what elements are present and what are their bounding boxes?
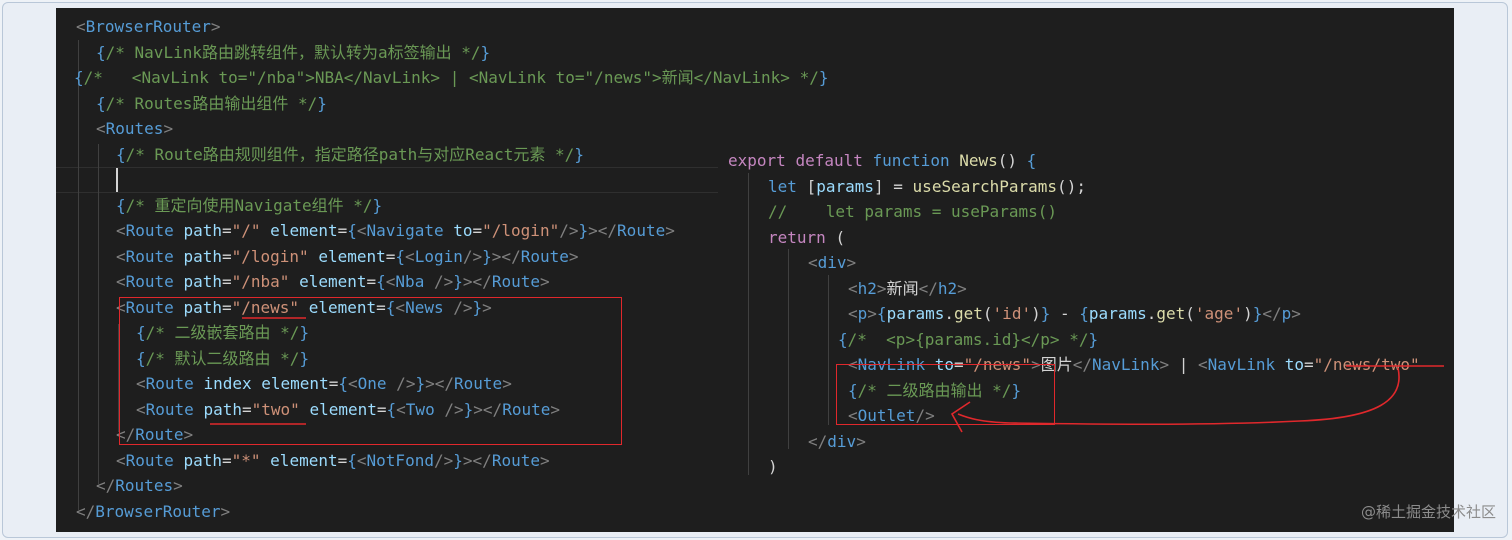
code-line-left: {/* Route路由规则组件，指定路径path与对应React元素 */} [116,144,584,164]
code-line-right: ) [768,457,778,476]
code-line-left: {/* 重定向使用Navigate组件 */} [116,195,383,215]
code-line-right: export default function News() { [728,151,1037,170]
code-line-left: {/* Routes路由输出组件 */} [96,93,327,113]
code-line-left: <Routes> [96,119,174,138]
code-line-left: {/* NavLink路由跳转组件，默认转为a标签输出 */} [96,42,491,62]
code-line-left: </Route> [116,425,194,444]
code-line-left: <BrowserRouter> [76,17,221,36]
code-line-left: <Route path="/login" element={<Login/>}>… [116,246,579,266]
watermark: @稀土掘金技术社区 [1360,503,1496,521]
code-line-left: {/* 默认二级路由 */} [136,348,310,368]
code-line-right: return ( [768,227,846,247]
text-cursor [116,168,118,192]
code-line-left: <Route path="/" element={<Navigate to="/… [116,221,675,240]
code-line-right: </div> [808,431,866,451]
left-code-panel: <BrowserRouter> {/* NavLink路由跳转组件，默认转为a标签… [56,8,828,532]
current-line-highlight [56,167,756,193]
indent-guide [788,249,789,449]
indent-guide [118,324,119,432]
code-line-right: <p>{params.get('id')} - {params.get('age… [848,304,1301,323]
code-line-right: // let params = useParams() [768,202,1057,221]
code-line-left: <Route index element={<One />}></Route> [136,374,512,393]
code-line-right: let [params] = useSearchParams(); [768,176,1086,196]
indent-guide [828,275,829,425]
code-line-right: <div> [808,253,857,272]
code-line-right: {/* 二级路由输出 */} [848,380,1022,400]
code-line-left: <Route path="two" element={<Two />}></Ro… [136,399,560,419]
code-line-left: <Route path="*" element={<NotFond/>}></R… [116,450,550,470]
right-code-panel: export default function News() { let [par… [718,139,1454,477]
code-line-left: </BrowserRouter> [76,501,231,521]
code-line-right: <NavLink to="/news">图片</NavLink> | <NavL… [848,355,1420,374]
indent-guide [98,144,99,484]
code-line-left: <Route path="/nba" element={<Nba />}></R… [116,272,550,291]
code-line-right: <Outlet/> [848,406,935,425]
code-line-right: <h2>新闻</h2> [848,278,967,298]
indent-guide [78,40,79,510]
code-line-left: {/* 二级嵌套路由 */} [136,323,310,342]
code-line-left: <Route path="/news" element={<News />}> [116,297,492,317]
code-editor[interactable]: <BrowserRouter> {/* NavLink路由跳转组件，默认转为a标签… [56,8,1454,532]
code-line-left: </Routes> [96,476,183,495]
indent-guide [748,173,749,475]
code-line-right: {/* <p>{params.id}</p> */} [838,329,1099,349]
code-line-left: {/* <NavLink to="/nba">NBA</NavLink> | <… [74,68,829,87]
